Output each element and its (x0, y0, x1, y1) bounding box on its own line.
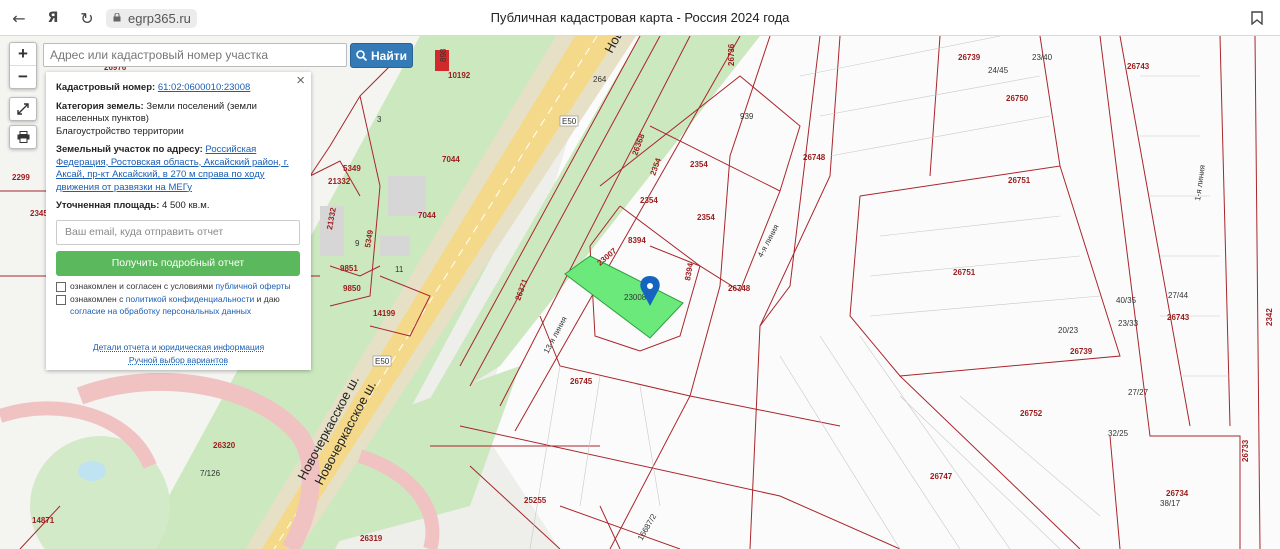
land-category-row: Категория земель: Земли поселений (земли… (56, 101, 301, 139)
public-offer-link[interactable]: публичной оферты (216, 281, 291, 291)
search-button[interactable]: Найти (350, 43, 413, 68)
category-extra: Благоустройство территории (56, 125, 184, 137)
parcel-number-label: 26743 (1127, 62, 1150, 71)
parcel-number-label: 14871 (32, 516, 55, 525)
zoom-in-button[interactable]: + (10, 43, 36, 65)
parcel-number-label: 20/23 (1058, 326, 1079, 335)
parcel-number-label: 7044 (418, 211, 436, 220)
parcel-number-label: 26745 (570, 377, 593, 386)
parcel-number-label: 26752 (1020, 409, 1043, 418)
parcel-number-label: 26739 (1070, 347, 1093, 356)
parcel-number-label: 9851 (340, 264, 358, 273)
parcel-number-label: 26739 (958, 53, 981, 62)
get-report-button[interactable]: Получить подробный отчет (56, 250, 300, 276)
parcel-number-label: 38/17 (1160, 499, 1181, 508)
address-label: Земельный участок по адресу: (56, 144, 203, 155)
selected-parcel-label: 23008 (624, 293, 647, 302)
parcel-number-label: 5349 (343, 164, 361, 173)
parcel-number-label: 10192 (448, 71, 471, 80)
cadastral-number-link[interactable]: 61:02:0600010:23008 (158, 82, 250, 93)
parcel-number-label: 26733 (1241, 439, 1250, 462)
parcel-number-label: 26320 (213, 441, 236, 450)
cadastral-label: Кадастровый номер: (56, 82, 156, 93)
consent-offer: ознакомлен и согласен с условиями публич… (56, 281, 301, 293)
pond (78, 461, 106, 481)
parcel-number-label: 2342 (1265, 308, 1274, 326)
parcel-number-label: 26747 (930, 472, 953, 481)
address-row: Земельный участок по адресу: Российская … (56, 144, 301, 194)
road-shield-e50: E50 (375, 357, 390, 366)
search-button-label: Найти (371, 48, 407, 63)
consent-privacy-text2: и даю (256, 294, 280, 304)
parcel-number-label: 27/44 (1168, 291, 1189, 300)
parcel-number-label: 8394 (628, 236, 646, 245)
parcel-number-label: 7/126 (200, 469, 221, 478)
printer-icon (17, 131, 29, 143)
parcel-number-label: 898 (439, 48, 448, 62)
parcel-number-label: 264 (593, 75, 607, 84)
expand-icon (17, 103, 29, 115)
parcel-number-label: 25255 (524, 496, 547, 505)
page-title: Публичная кадастровая карта - Россия 202… (490, 10, 790, 25)
area-value: 4 500 кв.м. (162, 200, 210, 211)
search-icon (356, 50, 367, 61)
parcel-number-label: 11 (395, 265, 404, 274)
consent-offer-checkbox[interactable] (56, 281, 66, 292)
parcel-number-label: 26750 (1006, 94, 1029, 103)
search-input[interactable] (43, 43, 347, 67)
parcel-number-label: 939 (740, 112, 754, 121)
cadastral-number-row: Кадастровый номер: 61:02:0600010:23008 (56, 82, 301, 95)
parcel-number-label: 26734 (1166, 489, 1189, 498)
category-label: Категория земель: (56, 100, 144, 112)
parcel-number-label: 23/33 (1118, 319, 1139, 328)
zoom-out-button[interactable]: − (10, 65, 36, 88)
consent-privacy-checkbox[interactable] (56, 295, 66, 305)
parcel-number-label: 21332 (328, 177, 351, 186)
close-icon[interactable]: × (296, 73, 305, 87)
building (380, 236, 410, 256)
area-label: Уточненная площадь: (56, 200, 160, 211)
zoom-control: + − (9, 42, 37, 89)
panel-links: Детали отчета и юридическая информация Р… (56, 341, 301, 367)
parcel-number-label: 26319 (360, 534, 383, 543)
parcel-number-label: 26748 (728, 284, 751, 293)
parcel-number-label: 23/40 (1032, 53, 1053, 62)
parcel-number-label: 26743 (1167, 313, 1190, 322)
parcel-number-label: 24/45 (988, 66, 1009, 75)
parcel-number-label: 2299 (12, 173, 30, 182)
parcel-number-label: 27/27 (1128, 388, 1149, 397)
fullscreen-button[interactable] (9, 97, 37, 121)
parcel-number-label: 26748 (803, 153, 826, 162)
parcel-number-label: 7044 (442, 155, 460, 164)
parcel-number-label: 9850 (343, 284, 361, 293)
browser-toolbar: ← Я ↻ egrp365.ru Публичная кадастровая к… (0, 0, 1280, 36)
parcel-number-label: 14199 (373, 309, 396, 318)
consent-privacy: ознакомлен с политикой конфиденциальност… (56, 294, 301, 317)
consent-privacy-text: ознакомлен с (70, 294, 124, 304)
parcel-number-label: 40/35 (1116, 296, 1137, 305)
email-field[interactable] (56, 219, 300, 245)
parcel-number-label: 26736 (727, 43, 736, 66)
consent-offer-text: ознакомлен и согласен с условиями (70, 280, 214, 291)
report-details-link[interactable]: Детали отчета и юридическая информация (93, 342, 264, 352)
manual-selection-link[interactable]: Ручной выбор вариантов (129, 355, 228, 365)
parcel-info-panel: × Кадастровый номер: 61:02:0600010:23008… (46, 72, 311, 370)
parcel-number-label: 2354 (640, 196, 658, 205)
parcel-number-label: 32/25 (1108, 429, 1129, 438)
print-button[interactable] (9, 125, 37, 149)
personal-data-link[interactable]: согласие на обработку персональных данны… (70, 306, 251, 316)
parcel-number-label: 26751 (1008, 176, 1031, 185)
parcel-number-label: 2354 (690, 160, 708, 169)
bookmark-icon[interactable] (1246, 7, 1268, 29)
building (388, 176, 426, 216)
parcel-number-label: 2354 (697, 213, 715, 222)
parcel-number-label: 26751 (953, 268, 976, 277)
privacy-policy-link[interactable]: политикой конфиденциальности (126, 294, 255, 304)
road-shield-e50: E50 (562, 117, 577, 126)
parcel-number-label: 3 (377, 115, 382, 124)
area-row: Уточненная площадь: 4 500 кв.м. (56, 200, 301, 213)
parcel-number-label: 9 (355, 239, 360, 248)
